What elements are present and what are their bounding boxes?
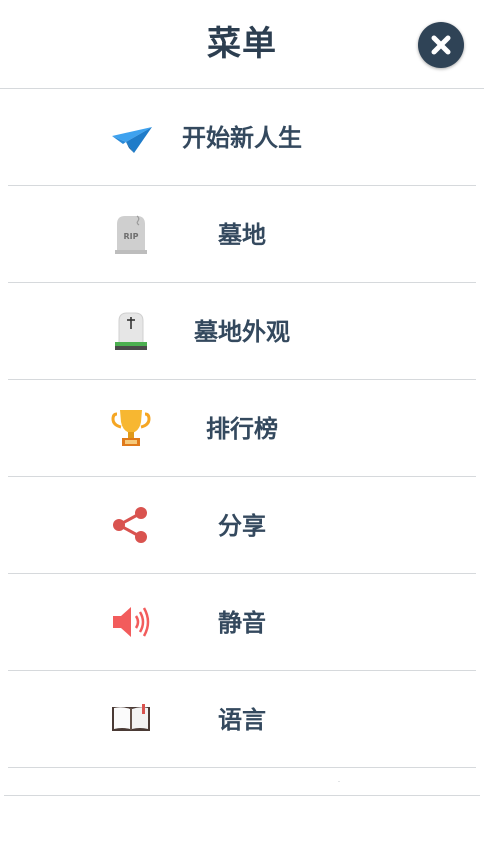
menu-item-mute[interactable]: 静音 <box>8 574 476 671</box>
divider <box>4 795 480 796</box>
page-title: 菜单 <box>207 24 277 64</box>
menu-list: 开始新人生 RIP 墓地 墓地外观 排行榜 分享 静音 语言 <box>0 89 484 768</box>
menu-item-label: 开始新人生 <box>182 124 302 152</box>
menu-item-graveyard[interactable]: RIP 墓地 <box>8 186 476 283</box>
menu-item-label: 静音 <box>218 609 266 637</box>
menu-item-graveyard-appearance[interactable]: 墓地外观 <box>8 283 476 380</box>
close-icon <box>431 35 451 55</box>
menu-item-label: 墓地外观 <box>194 318 290 346</box>
menu-header: 菜单 <box>0 0 484 89</box>
menu-item-leaderboard[interactable]: 排行榜 <box>8 380 476 477</box>
divider-mark <box>338 781 340 782</box>
menu-item-label: 排行榜 <box>206 415 278 443</box>
menu-item-label: 墓地 <box>218 221 266 249</box>
close-button[interactable] <box>418 22 464 68</box>
menu-item-label: 分享 <box>218 512 266 540</box>
menu-item-language[interactable]: 语言 <box>8 671 476 768</box>
menu-item-new-life[interactable]: 开始新人生 <box>8 89 476 186</box>
menu-item-label: 语言 <box>218 706 266 734</box>
menu-item-share[interactable]: 分享 <box>8 477 476 574</box>
